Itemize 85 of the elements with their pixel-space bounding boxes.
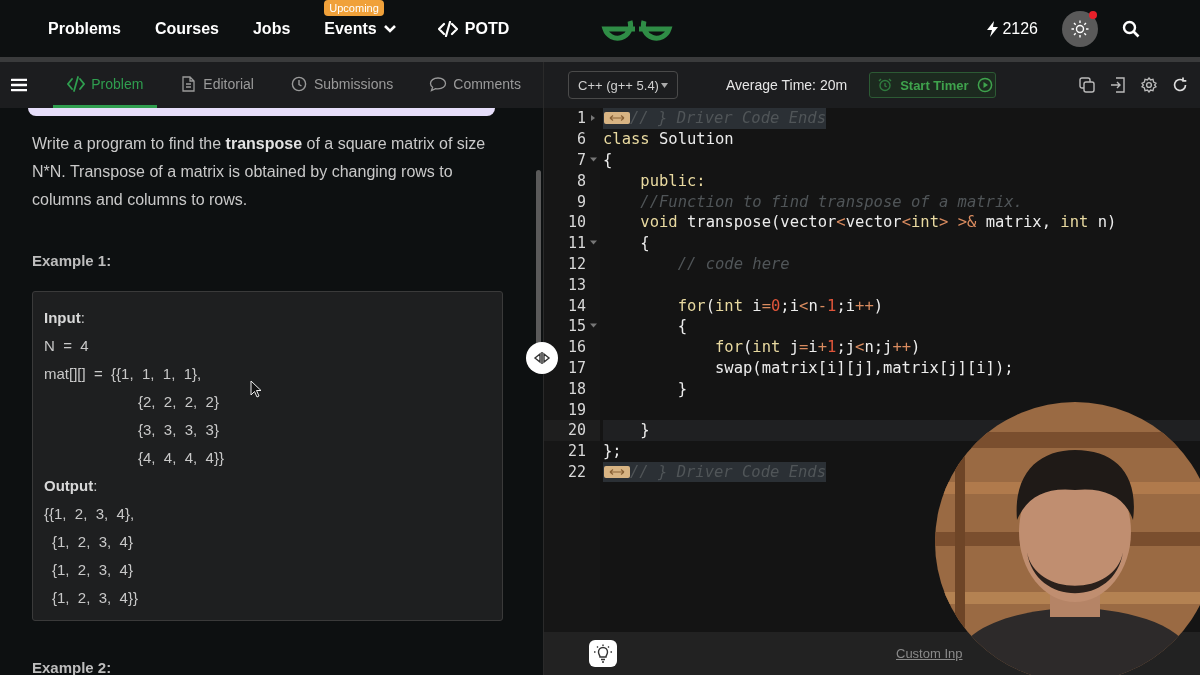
tab[interactable]: Comments — [415, 62, 535, 108]
clock-icon — [289, 75, 308, 92]
copy-icon[interactable] — [1079, 77, 1095, 93]
language-dropdown[interactable]: C++ (g++ 5.4) — [568, 71, 678, 99]
code-line: } — [639, 421, 650, 440]
example-line: {3, 3, 3, 3} — [137, 420, 219, 440]
line-number: 22 — [567, 462, 586, 481]
cursor-icon — [250, 380, 262, 398]
code-line: class Solution — [603, 130, 734, 149]
line-number: 14 — [567, 296, 586, 315]
split-handle[interactable] — [526, 342, 558, 374]
code-line: { — [639, 234, 650, 253]
hint-button[interactable] — [589, 640, 617, 667]
sign-in-icon[interactable] — [1110, 77, 1126, 93]
line-number: 10 — [567, 213, 586, 232]
nav-link[interactable]: POTD — [437, 19, 510, 38]
example-line: {1, 2, 3, 4}} — [51, 588, 138, 608]
alarm-clock-icon — [878, 78, 893, 92]
line-number: 1 — [576, 109, 586, 128]
folded-code-icon[interactable] — [604, 465, 630, 478]
line-number: 16 — [567, 338, 586, 357]
code-line: void transpose(vector<vector<int> >& matrix, int n) — [639, 213, 1117, 232]
caret-icon — [660, 82, 668, 88]
chat-bubble-icon — [429, 75, 448, 92]
example-line: N = 4 — [44, 336, 89, 356]
line-number: 11 — [567, 234, 586, 253]
example-line: {1, 2, 3, 4} — [51, 560, 133, 580]
example-line: {1, 2, 3, 4} — [51, 532, 133, 552]
play-circle-icon — [976, 77, 993, 93]
example-heading: Example 1: — [32, 252, 113, 269]
custom-input-link[interactable]: Custom Inp — [896, 646, 963, 661]
lightbulb-icon — [593, 643, 613, 664]
streak-count: 2126 — [1002, 19, 1038, 38]
tab[interactable]: Editorial — [165, 62, 268, 108]
code-icon — [67, 75, 86, 92]
line-number: 19 — [567, 400, 586, 419]
start-timer-button[interactable]: Start Timer — [869, 72, 996, 98]
code-line: { — [603, 151, 613, 169]
chevron-down-icon — [383, 24, 396, 33]
code-line: // code here — [676, 254, 790, 273]
average-time: Average Time: 20m — [726, 77, 848, 93]
sun-icon — [1071, 19, 1089, 38]
problem-statement: Write a program to find the transpose of a square matrix of size N*N. Transpose of a matrix is obtained by changing rows to columns and columns to rows. — [32, 134, 487, 210]
example-line: {{1, 2, 3, 4}, — [44, 504, 135, 524]
example-line: Output: — [44, 476, 98, 496]
line-number: 7 — [576, 151, 586, 169]
theme-toggle-button[interactable] — [1062, 10, 1098, 47]
code-line: { — [676, 317, 687, 336]
line-number: 15 — [567, 317, 586, 336]
line-number: 12 — [567, 254, 586, 273]
document-icon — [179, 75, 198, 92]
search-icon[interactable] — [1122, 19, 1140, 38]
nav-link[interactable]: Jobs — [252, 19, 291, 38]
line-number: 6 — [576, 130, 586, 149]
line-number: 17 — [567, 358, 586, 377]
code-line: swap(matrix[i][j],matrix[j][i]); — [713, 358, 1014, 377]
code-line: public: — [639, 171, 706, 190]
split-arrows-icon — [533, 351, 551, 365]
example-line: {4, 4, 4, 4}} — [137, 448, 224, 468]
example-line: mat[][] = {{1, 1, 1, 1}, — [44, 364, 202, 384]
example-line: Input: — [44, 308, 85, 328]
code-line: //Function to find transpose of a matrix. — [639, 192, 1023, 211]
line-number: 13 — [567, 275, 586, 294]
folded-code-icon[interactable] — [604, 112, 630, 125]
line-number: 20 — [567, 421, 586, 440]
code-line: for(int i=0;i<n-1;i++) — [676, 296, 884, 315]
code-line: } — [676, 379, 687, 398]
example-line: {2, 2, 2, 2} — [137, 392, 219, 412]
fold-arrow-icon[interactable] — [589, 156, 597, 164]
code-icon — [437, 20, 458, 37]
bolt-icon — [987, 20, 999, 37]
line-number: 21 — [567, 442, 586, 461]
code-line: }; — [603, 442, 622, 461]
line-number: 18 — [567, 379, 586, 398]
refresh-icon[interactable] — [1172, 77, 1188, 93]
upcoming-badge: Upcoming — [324, 0, 384, 16]
code-line: for(int j=i+1;j<n;j++) — [713, 338, 921, 357]
fold-arrow-icon[interactable] — [589, 114, 597, 123]
settings-icon[interactable] — [1141, 77, 1157, 93]
tab[interactable]: Submissions — [275, 62, 408, 108]
line-number: 9 — [576, 192, 586, 211]
nav-link[interactable]: Problems — [48, 19, 121, 38]
line-number: 8 — [576, 171, 586, 190]
nav-link[interactable]: Events — [324, 19, 396, 38]
nav-link[interactable]: Courses — [154, 19, 219, 38]
